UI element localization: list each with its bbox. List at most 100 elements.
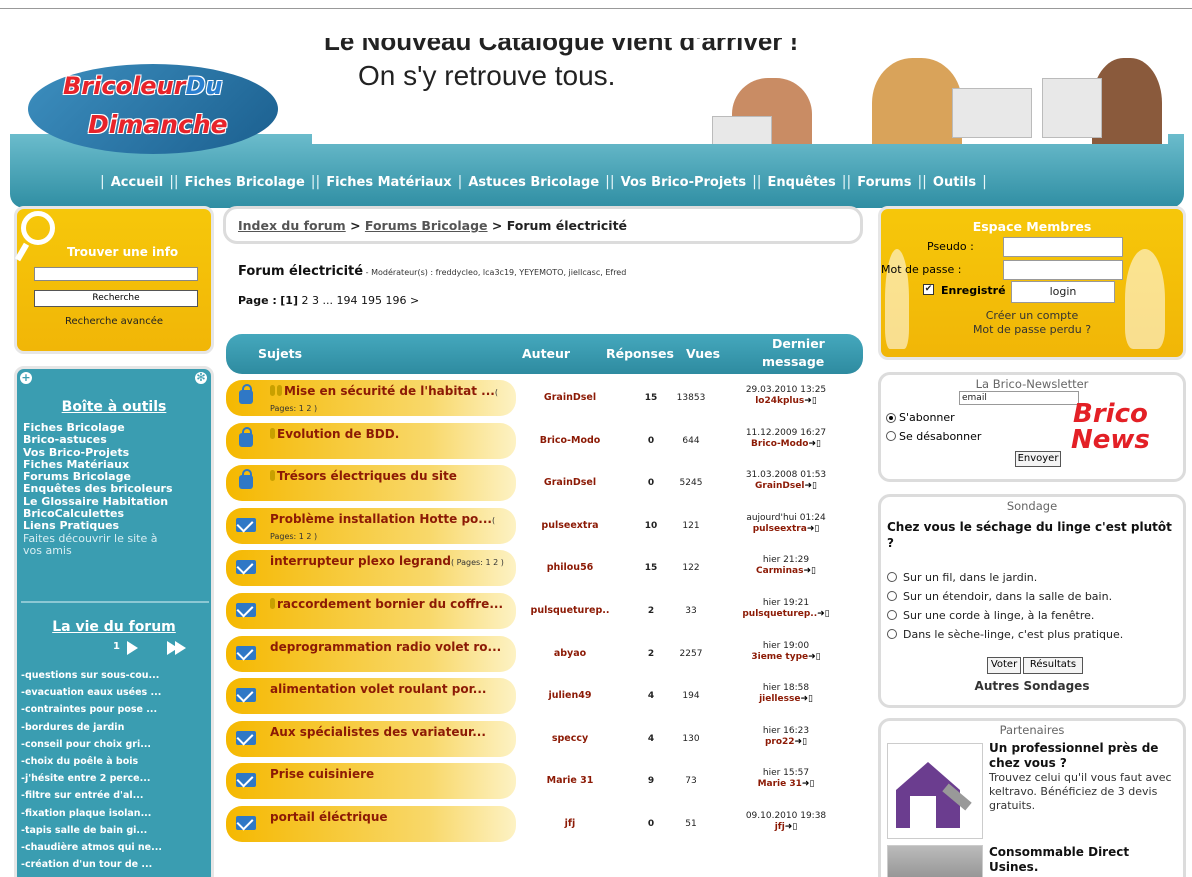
last-message-author[interactable]: Brico-Modo <box>751 439 808 449</box>
nav-forums[interactable]: Forums <box>857 175 911 190</box>
nav-astuces-bricolage[interactable]: Astuces Bricolage <box>468 175 599 190</box>
toolbox-title[interactable]: Boîte à outils <box>17 399 211 415</box>
topic-row[interactable]: Trésors électriques du site GrainDsel 0 524… <box>226 465 863 502</box>
header-last-message[interactable]: Dernier <box>772 336 825 351</box>
poll-option[interactable]: Sur un étendoir, dans la salle de bain. <box>887 590 1112 603</box>
topic-author[interactable]: julien49 <box>522 690 618 701</box>
topic-row[interactable]: portail éléctrique jfj 0 51 09.10.2010 19:38… <box>226 806 863 842</box>
forum-life-title[interactable]: La vie du forum <box>17 619 211 635</box>
topic-subject[interactable]: interrupteur plexo legrand( Pages: 1 2 ) <box>270 554 510 570</box>
topic-author[interactable]: speccy <box>522 733 618 744</box>
recent-thread-link[interactable]: -choix du poêle à bois <box>21 753 211 770</box>
topic-subject-link[interactable]: raccordement bornier du coffre... <box>277 597 503 611</box>
topic-subject[interactable]: raccordement bornier du coffre... <box>270 597 510 613</box>
topic-author[interactable]: GrainDsel <box>522 392 618 403</box>
last-message-author[interactable]: pulsqueturep.. <box>742 609 817 619</box>
play-icon[interactable] <box>127 641 138 655</box>
toolbox-item[interactable]: Enquêtes des bricoleurs <box>23 483 211 496</box>
unsubscribe-radio[interactable] <box>886 431 896 441</box>
topic-subject[interactable]: deprogrammation radio volet ro... <box>270 640 510 656</box>
topic-row[interactable]: Prise cuisiniere Marie 31 9 73 hier 15:57 Mar… <box>226 763 863 800</box>
header-replies[interactable]: Réponses <box>606 346 674 361</box>
goto-last-icon[interactable]: ➜▯ <box>807 524 820 535</box>
last-message-author[interactable]: pro22 <box>765 737 795 747</box>
header-author[interactable]: Auteur <box>522 346 570 361</box>
topic-row[interactable]: interrupteur plexo legrand( Pages: 1 2 )… <box>226 550 863 587</box>
newsletter-email-input[interactable]: email <box>959 391 1079 405</box>
remember-checkbox[interactable]: ✔ <box>923 284 934 295</box>
topic-subject-link[interactable]: portail éléctrique <box>270 810 388 824</box>
partner-2-image[interactable] <box>887 845 983 877</box>
recent-thread-link[interactable]: -création d'un tour de ... <box>21 856 211 873</box>
goto-last-icon[interactable]: ➜▯ <box>804 396 817 407</box>
header-subjects[interactable]: Sujets <box>258 346 302 361</box>
topic-subject-link[interactable]: Evolution de BDD. <box>277 427 399 441</box>
recent-thread-link[interactable]: -chaudière atmos qui ne... <box>21 839 211 856</box>
breadcrumb-forums-link[interactable]: Forums Bricolage <box>365 218 488 233</box>
site-logo[interactable]: BricoleurDu Dimanche <box>28 34 318 169</box>
topic-pages[interactable]: ( Pages: 1 2 ) <box>451 558 504 567</box>
poll-option[interactable]: Dans le sèche-linge, c'est plus pratique… <box>887 628 1123 641</box>
recent-thread-link[interactable]: -conseil pour choix gri... <box>21 736 211 753</box>
vote-button[interactable]: Voter <box>987 657 1021 674</box>
password-input[interactable] <box>1003 260 1123 280</box>
topic-row[interactable]: Evolution de BDD. Brico-Modo 0 644 11.12.200… <box>226 422 863 459</box>
nav-fiches-materiaux[interactable]: Fiches Matériaux <box>326 175 451 190</box>
topic-author[interactable]: philou56 <box>522 562 618 573</box>
header-last-message-2[interactable]: message <box>762 354 824 369</box>
toolbox-item[interactable]: Liens Pratiques <box>23 520 211 533</box>
topic-author[interactable]: Brico-Modo <box>522 435 618 446</box>
last-message-author[interactable]: jfj <box>775 822 785 832</box>
goto-last-icon[interactable]: ➜▯ <box>817 609 830 620</box>
topic-row[interactable]: alimentation volet roulant por... julien4… <box>226 678 863 715</box>
topic-row[interactable]: Mise en sécurité de l'habitat ...( Pages… <box>226 380 863 416</box>
last-message-author[interactable]: lo24kplus <box>755 396 804 406</box>
partner-2-heading[interactable]: Consommable Direct Usines. <box>989 845 1177 875</box>
settings-icon[interactable]: ✻ <box>195 372 207 384</box>
partner-1-text[interactable]: Un professionnel près de chez vous ? Tro… <box>989 741 1177 813</box>
topic-subject-link[interactable]: Prise cuisiniere <box>270 767 374 781</box>
goto-last-icon[interactable]: ➜▯ <box>808 652 821 663</box>
pseudo-input[interactable] <box>1003 237 1123 257</box>
goto-last-icon[interactable]: ➜▯ <box>785 822 798 833</box>
poll-option[interactable]: Sur un fil, dans le jardin. <box>887 571 1037 584</box>
house-tools-icon[interactable] <box>887 743 983 839</box>
subscribe-radio[interactable] <box>886 413 896 423</box>
topic-row[interactable]: raccordement bornier du coffre... pulsque… <box>226 593 863 629</box>
topic-subject[interactable]: Problème installation Hotte po...( Pages… <box>270 512 510 544</box>
topic-row[interactable]: Problème installation Hotte po...( Pages… <box>226 507 863 544</box>
goto-last-icon[interactable]: ➜▯ <box>808 439 821 450</box>
recent-thread-link[interactable]: -tapis salle de bain gi... <box>21 822 211 839</box>
topic-subject-link[interactable]: Trésors électriques du site <box>277 469 457 483</box>
recent-thread-link[interactable]: -j'hésite entre 2 perce... <box>21 770 211 787</box>
last-message-author[interactable]: jiellesse <box>759 694 800 704</box>
recent-thread-link[interactable]: -bordures de jardin <box>21 719 211 736</box>
topic-subject[interactable]: Aux spécialistes des variateur... <box>270 725 510 741</box>
lost-password-link[interactable]: Mot de passe perdu ? <box>881 323 1183 336</box>
topic-author[interactable]: Marie 31 <box>522 775 618 786</box>
last-message-author[interactable]: Carminas <box>756 566 803 576</box>
partner-2-text[interactable]: Consommable Direct Usines. <box>989 845 1177 875</box>
poll-radio[interactable] <box>887 629 897 639</box>
partner-1-heading[interactable]: Un professionnel près de chez vous ? <box>989 741 1177 771</box>
last-message-author[interactable]: pulseextra <box>753 524 807 534</box>
recent-thread-link[interactable]: -contraintes pour pose ... <box>21 701 211 718</box>
nav-outils[interactable]: Outils <box>933 175 976 190</box>
plus-icon[interactable]: + <box>20 372 32 384</box>
poll-radio[interactable] <box>887 610 897 620</box>
create-account-link[interactable]: Créer un compte <box>881 309 1183 322</box>
newsletter-send-button[interactable]: Envoyer <box>1015 451 1061 467</box>
more-polls-link[interactable]: Autres Sondages <box>881 679 1183 693</box>
topic-subject-link[interactable]: Mise en sécurité de l'habitat ... <box>284 384 495 398</box>
goto-last-icon[interactable]: ➜▯ <box>800 694 813 705</box>
topic-subject[interactable]: Prise cuisiniere <box>270 767 510 783</box>
nav-brico-projets[interactable]: Vos Brico-Projets <box>621 175 746 190</box>
goto-last-icon[interactable]: ➜▯ <box>795 737 808 748</box>
goto-last-icon[interactable]: ➜▯ <box>804 481 817 492</box>
topic-subject-link[interactable]: interrupteur plexo legrand <box>270 554 451 568</box>
last-message-author[interactable]: 3ieme type <box>751 652 808 662</box>
recent-thread-link[interactable]: -fixation plaque isolan... <box>21 805 211 822</box>
last-message-author[interactable]: GrainDsel <box>755 481 804 491</box>
topic-row[interactable]: Aux spécialistes des variateur... speccy 4… <box>226 720 863 757</box>
recent-thread-link[interactable]: -filtre sur entrée d'al... <box>21 787 211 804</box>
